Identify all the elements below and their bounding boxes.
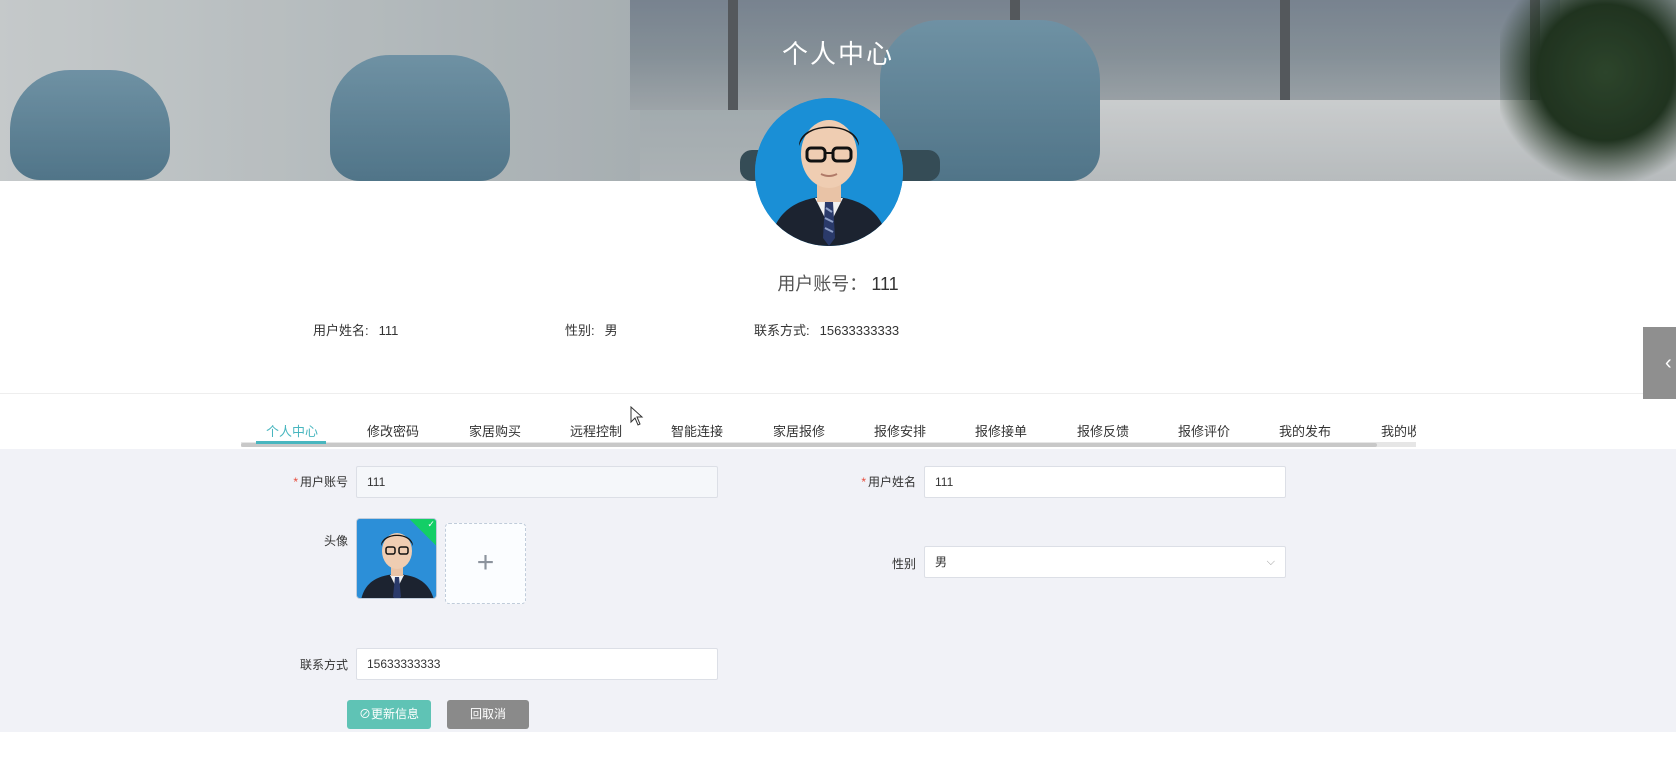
info-name-label: 用户姓名: [313,323,369,338]
info-gender-label: 性别: [565,323,595,338]
tab-home-repair[interactable]: 家居报修 [773,421,825,440]
page-title: 个人中心 [781,39,894,69]
tab-personal-center[interactable]: 个人中心 [266,421,318,440]
chevron-down-icon: ⌵ [1266,556,1275,568]
account-field-label: * 用户账号 [293,475,348,489]
gender-select-value: 男 [935,555,948,569]
tab-repair-review[interactable]: 报修评价 [1178,421,1230,440]
active-tab-indicator [256,441,326,444]
side-panel-toggle[interactable]: ‹ [1643,327,1676,399]
update-info-button[interactable]: ⊘更新信息 [347,700,431,729]
info-contact-value: 15633333333 [819,323,900,338]
tabs-scrollbar[interactable] [241,443,1377,447]
account-label: 用户账号： [777,274,868,294]
tab-change-password[interactable]: 修改密码 [367,421,419,440]
required-mark: * [861,475,866,489]
info-name-value: 111 [378,323,399,338]
avatar-portrait-image [755,98,903,246]
required-mark: * [293,475,298,489]
mouse-cursor-icon [630,406,644,426]
tab-repair-feedback[interactable]: 报修反馈 [1077,421,1129,440]
info-gender-value: 男 [604,323,618,338]
account-summary: 用户账号： 111 [0,270,1676,296]
avatar-field-label: 头像 [323,534,348,548]
upload-add-button[interactable]: + [445,523,526,604]
tab-repair-schedule[interactable]: 报修安排 [874,421,926,440]
tab-my-favorites[interactable]: 我的收藏 [1381,421,1416,440]
chevron-left-icon: ‹ [1665,352,1672,374]
section-divider [0,393,1676,394]
profile-avatar [755,98,903,246]
tab-remote-control[interactable]: 远程控制 [570,421,622,440]
name-input[interactable] [924,466,1286,498]
tab-smart-connect[interactable]: 智能连接 [671,421,723,440]
info-gender: 性别: 男 [565,320,618,339]
uploaded-avatar-thumbnail[interactable]: ✓ [356,518,437,599]
name-field-label: * 用户姓名 [861,475,916,489]
cancel-button[interactable]: 回取消 [447,700,529,729]
tab-home-purchase[interactable]: 家居购买 [469,421,521,440]
profile-form [0,449,1676,732]
tab-repair-accept[interactable]: 报修接单 [975,421,1027,440]
contact-field-label: 联系方式 [299,658,348,672]
info-name: 用户姓名: 111 [313,320,398,339]
info-contact: 联系方式: 15633333333 [754,320,899,339]
gender-field-label: 性别 [891,557,916,571]
info-contact-label: 联系方式: [754,323,810,338]
gender-select[interactable]: 男 ⌵ [924,546,1286,578]
account-input[interactable] [356,466,718,498]
account-value: 111 [871,274,899,294]
tab-my-posts[interactable]: 我的发布 [1279,421,1331,440]
contact-input[interactable] [356,648,718,680]
